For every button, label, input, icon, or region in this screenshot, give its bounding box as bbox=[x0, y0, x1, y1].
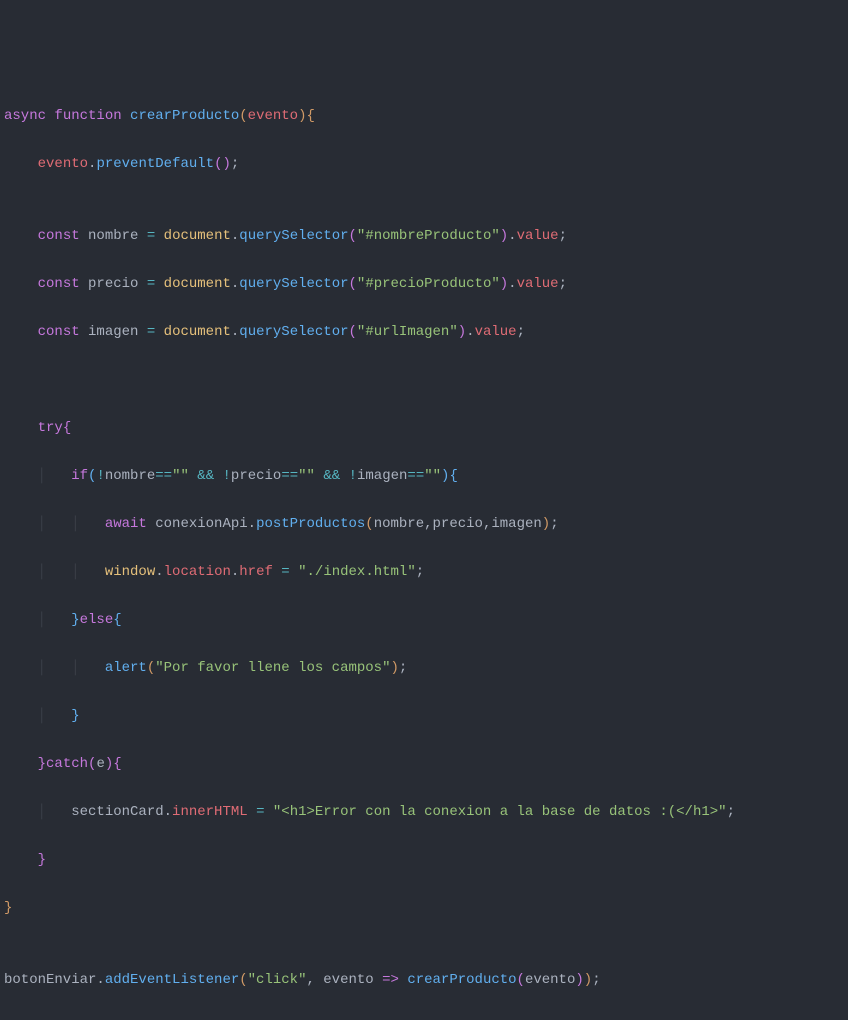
code-line-18: } bbox=[4, 848, 844, 872]
code-line-9: try{ bbox=[4, 416, 844, 440]
code-line-10: │ if(!nombre=="" && !precio=="" && !imag… bbox=[4, 464, 844, 488]
code-line-21: botonEnviar.addEventListener("click", ev… bbox=[4, 968, 844, 992]
code-editor: async function crearProducto(evento){ ev… bbox=[4, 104, 844, 992]
code-line-2: evento.preventDefault(); bbox=[4, 152, 844, 176]
code-line-16: }catch(e){ bbox=[4, 752, 844, 776]
code-line-6: const imagen = document.querySelector("#… bbox=[4, 320, 844, 344]
code-line-17: │ sectionCard.innerHTML = "<h1>Error con… bbox=[4, 800, 844, 824]
code-line-19: } bbox=[4, 896, 844, 920]
code-line-12: │ │ window.location.href = "./index.html… bbox=[4, 560, 844, 584]
code-line-13: │ }else{ bbox=[4, 608, 844, 632]
code-line-14: │ │ alert("Por favor llene los campos"); bbox=[4, 656, 844, 680]
code-line-5: const precio = document.querySelector("#… bbox=[4, 272, 844, 296]
code-line-15: │ } bbox=[4, 704, 844, 728]
code-line-11: │ │ await conexionApi.postProductos(nomb… bbox=[4, 512, 844, 536]
code-line-4: const nombre = document.querySelector("#… bbox=[4, 224, 844, 248]
code-line-1: async function crearProducto(evento){ bbox=[4, 104, 844, 128]
